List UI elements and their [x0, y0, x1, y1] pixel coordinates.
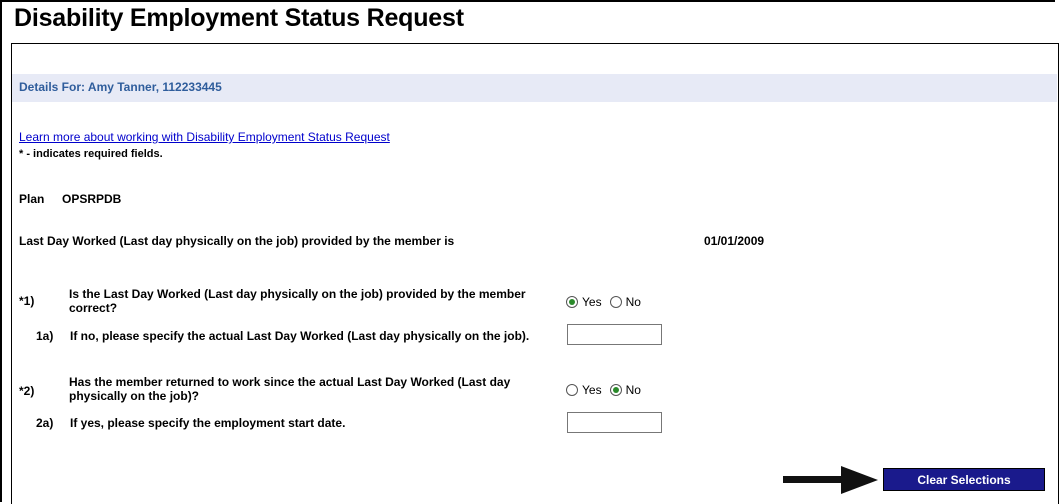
question-2-radio-group: Yes No [566, 383, 649, 397]
question-2a-text: If yes, please specify the employment st… [70, 416, 346, 430]
question-1a-number: 1a) [36, 329, 54, 343]
question-1-text-line2: correct? [69, 301, 118, 315]
last-day-worked-label: Last Day Worked (Last day physically on … [19, 234, 455, 248]
question-2-yes-label: Yes [582, 383, 602, 397]
question-1-no-label: No [625, 295, 641, 309]
question-1-text-line1: Is the Last Day Worked (Last day physica… [69, 287, 526, 301]
question-1-text: Is the Last Day Worked (Last day physica… [69, 287, 526, 315]
question-1a-text: If no, please specify the actual Last Da… [70, 329, 530, 343]
title-divider [11, 43, 1059, 44]
plan-label: Plan [19, 192, 45, 206]
question-2a-number: 2a) [36, 416, 54, 430]
question-2-text: Has the member returned to work since th… [69, 375, 510, 403]
question-2-text-line2: physically on the job)? [69, 389, 200, 403]
question-1-no-radio[interactable] [609, 296, 622, 308]
question-1-radio-group: Yes No [566, 295, 649, 309]
clear-selections-button[interactable]: Clear Selections [883, 468, 1045, 491]
question-2-number: *2) [19, 384, 35, 398]
required-fields-note: * - indicates required fields. [19, 148, 163, 160]
learn-more-link[interactable]: Learn more about working with Disability… [19, 130, 390, 144]
last-day-worked-value: 01/01/2009 [704, 234, 765, 248]
arrow-right-icon [783, 466, 878, 494]
question-1-number: *1) [19, 294, 35, 308]
question-2-text-line1: Has the member returned to work since th… [69, 375, 511, 389]
details-for-text: Details For: Amy Tanner, 112233445 [19, 80, 222, 94]
page-title: Disability Employment Status Request [14, 4, 464, 32]
question-2-no-label: No [625, 383, 641, 397]
content-border-left [11, 43, 12, 504]
plan-value: OPSRPDB [62, 192, 122, 206]
question-1-yes-label: Yes [582, 295, 602, 309]
question-2-no-radio[interactable] [609, 384, 622, 396]
question-2-yes-radio[interactable] [566, 384, 578, 396]
question-1a-date-input[interactable] [567, 324, 662, 345]
question-1-yes-radio[interactable] [566, 296, 578, 308]
question-2a-date-input[interactable] [567, 412, 662, 433]
